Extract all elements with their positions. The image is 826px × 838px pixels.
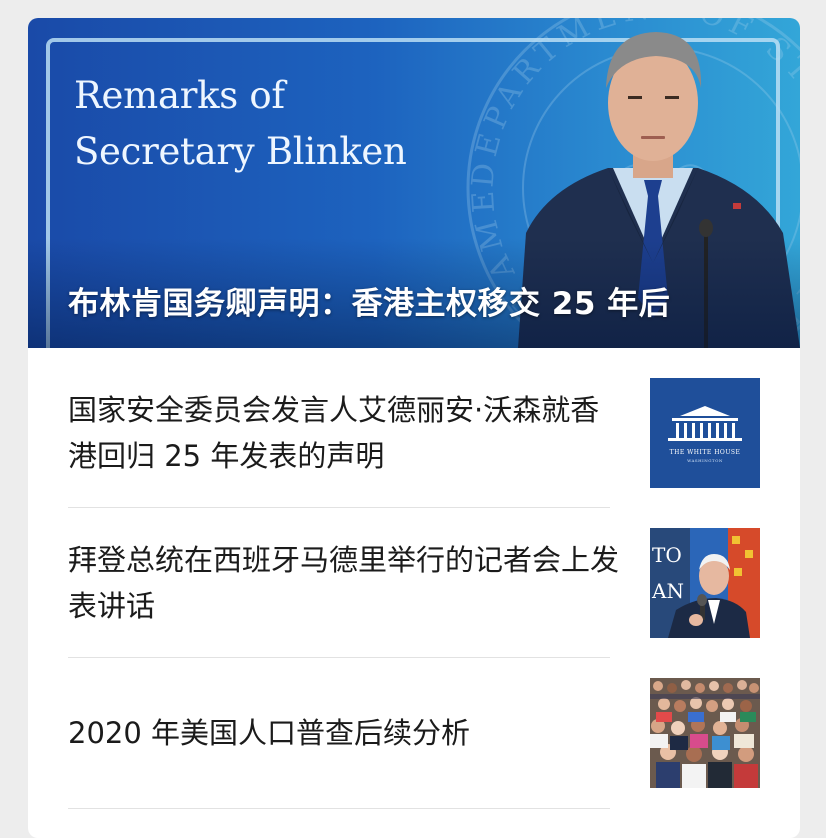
thumb-sign-text-1: TO — [652, 543, 682, 567]
news-card: DEPARTMENT OF STATE · UNITED STATES OF A… — [28, 18, 800, 838]
list-item[interactable]: 2020 年美国人口普查后续分析 — [68, 678, 760, 788]
article-thumbnail — [650, 678, 760, 788]
list-item[interactable]: 国家安全委员会发言人艾德丽安·沃森就香港回归 25 年发表的声明 THE WHI… — [68, 378, 760, 488]
hero-article[interactable]: DEPARTMENT OF STATE · UNITED STATES OF A… — [28, 18, 800, 348]
thumb-label: THE WHITE HOUSE — [670, 449, 741, 456]
divider — [68, 808, 610, 809]
hero-caption: 布林肯国务卿声明：香港主权移交 25 年后 — [68, 286, 671, 322]
divider — [68, 507, 610, 508]
article-thumbnail: THE WHITE HOUSE WASHINGTON — [650, 378, 760, 488]
hero-title: Remarks of Secretary Blinken — [74, 68, 407, 180]
white-house-logo: THE WHITE HOUSE WASHINGTON — [650, 378, 760, 488]
thumb-sign-text-2: AN — [651, 579, 684, 603]
list-item[interactable]: 拜登总统在西班牙马德里举行的记者会上发表讲话 TO AN — [68, 528, 760, 638]
hero-title-line2: Secretary Blinken — [74, 130, 407, 173]
article-title: 国家安全委员会发言人艾德丽安·沃森就香港回归 25 年发表的声明 — [68, 393, 600, 473]
divider — [68, 657, 610, 658]
article-title: 2020 年美国人口普查后续分析 — [68, 716, 471, 750]
thumb-sublabel: WASHINGTON — [687, 458, 723, 463]
hero-title-line1: Remarks of — [74, 74, 285, 117]
article-thumbnail: TO AN — [650, 528, 760, 638]
crowd-photo — [650, 678, 760, 788]
article-title: 拜登总统在西班牙马德里举行的记者会上发表讲话 — [68, 543, 620, 623]
press-conference-photo: TO AN — [650, 528, 760, 638]
